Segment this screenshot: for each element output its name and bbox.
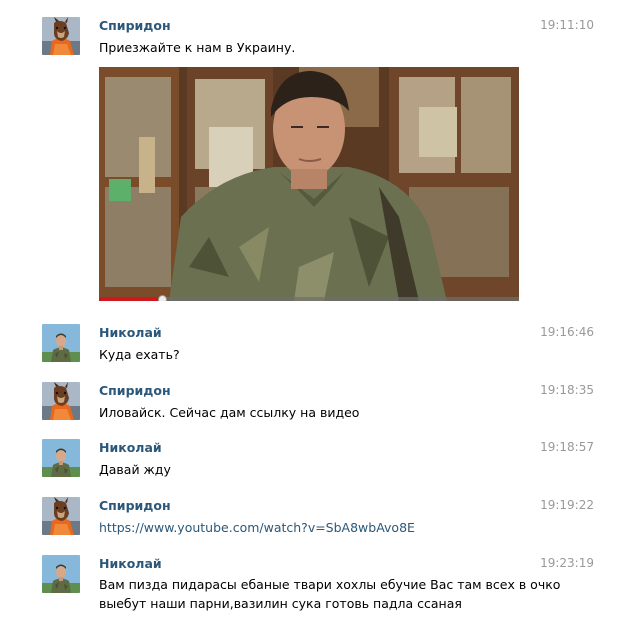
message-text: Иловайск. Сейчас дам ссылку на видео [99,405,360,420]
message-text: Куда ехать? [99,347,180,362]
message-time: 19:11:10 [540,18,594,32]
horse-mask-avatar-icon[interactable] [42,17,80,55]
message-time: 19:19:22 [540,498,594,512]
soldier-avatar-icon[interactable] [42,555,80,593]
message-author[interactable]: Николай [99,556,162,571]
horse-mask-avatar-icon[interactable] [42,497,80,535]
video-attachment[interactable] [99,67,519,301]
message-time: 19:23:19 [540,556,594,570]
message-text: Давай жду [99,462,171,477]
message-text-line: Вам пизда пидарасы ебаные твари хохлы еб… [99,577,561,592]
message-time: 19:18:57 [540,440,594,454]
message-text: Вам пизда пидарасы ебаные твари хохлы еб… [99,575,569,613]
message-text: Приезжайте к нам в Украину. [99,40,296,55]
message-text: https://www.youtube.com/watch?v=SbA8wbAv… [99,518,529,537]
message-author[interactable]: Николай [99,325,162,340]
youtube-link[interactable]: https://www.youtube.com/watch?v=SbA8wbAv… [99,520,415,535]
video-progress-bar[interactable] [99,295,519,301]
message-author[interactable]: Николай [99,440,162,455]
message-author[interactable]: Спиридон [99,498,171,513]
message-text-line: выебут наши парни,вазилин сука готовь па… [99,596,462,611]
message-author[interactable]: Спиридон [99,383,171,398]
horse-mask-avatar-icon[interactable] [42,382,80,420]
soldier-avatar-icon[interactable] [42,439,80,477]
message-time: 19:18:35 [540,383,594,397]
message-time: 19:16:46 [540,325,594,339]
message-author[interactable]: Спиридон [99,18,171,33]
video-progress-handle[interactable] [158,295,167,301]
soldier-avatar-icon[interactable] [42,324,80,362]
video-progress-fill [99,297,162,301]
video-thumbnail-soldier [99,67,519,301]
